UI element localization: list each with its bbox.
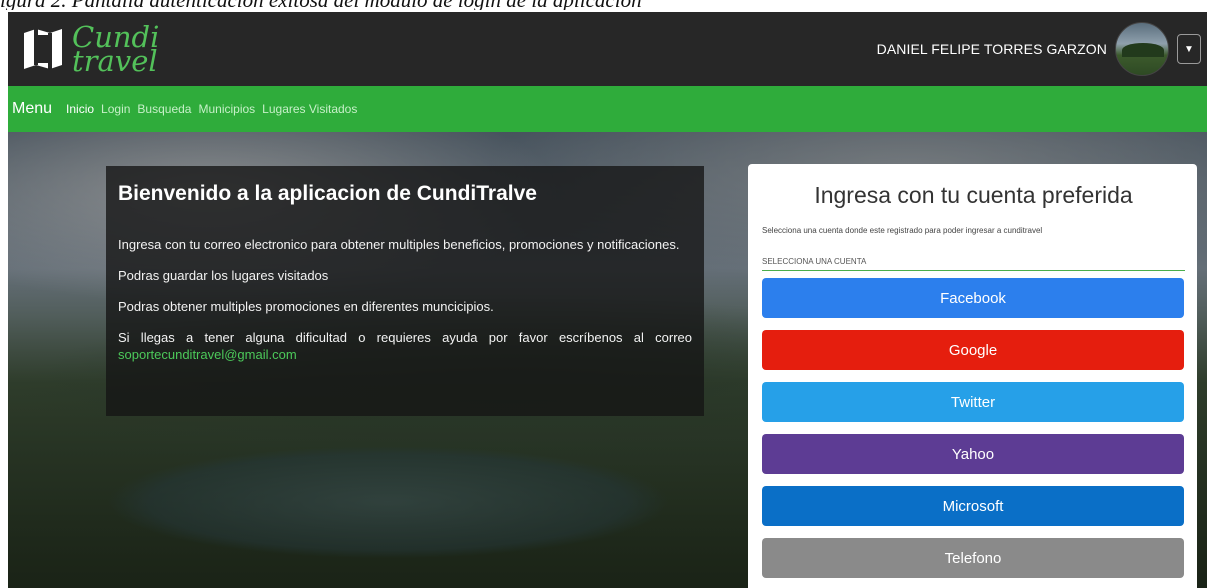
nav-brand[interactable]: Menu: [12, 100, 52, 118]
yahoo-login-button[interactable]: Yahoo: [762, 434, 1184, 474]
login-subtitle: Selecciona una cuenta donde este registr…: [762, 226, 1043, 235]
user-menu-button[interactable]: ▼: [1177, 34, 1201, 64]
map-icon: [20, 27, 66, 71]
login-title: Ingresa con tu cuenta preferida: [814, 182, 1133, 208]
nav-link-login[interactable]: Login: [101, 102, 130, 116]
avatar[interactable]: [1115, 22, 1169, 76]
nav-link-lugares-visitados[interactable]: Lugares Visitados: [262, 102, 357, 116]
login-card: Ingresa con tu cuenta preferida Seleccio…: [748, 164, 1197, 588]
logo-wordmark: Cundi travel: [72, 23, 159, 78]
hero-background: Bienvenido a la aplicacion de CundiTralv…: [8, 132, 1207, 588]
app-window: Cundi travel DANIEL FELIPE TORRES GARZON…: [8, 12, 1207, 588]
nav-link-municipios[interactable]: Municipios: [198, 102, 255, 116]
welcome-panel: Bienvenido a la aplicacion de CundiTralv…: [106, 166, 704, 416]
user-name[interactable]: DANIEL FELIPE TORRES GARZON: [877, 41, 1107, 57]
microsoft-login-button[interactable]: Microsoft: [762, 486, 1184, 526]
cunditravel-logo[interactable]: Cundi travel: [20, 23, 159, 78]
document-caption: igura 2. Pantalla autenticación exitosa …: [0, 0, 1207, 10]
caret-down-icon: ▼: [1184, 43, 1194, 55]
nav-link-busqueda[interactable]: Busqueda: [137, 102, 191, 116]
main-nav: Menu Inicio Login Busqueda Municipios Lu…: [8, 86, 1207, 132]
welcome-paragraph: Ingresa con tu correo electronico para o…: [118, 237, 680, 252]
logo-line2: travel: [72, 44, 158, 78]
welcome-title: Bienvenido a la aplicacion de CundiTralv…: [118, 182, 537, 205]
google-login-button[interactable]: Google: [762, 330, 1184, 370]
support-text: Si llegas a tener alguna dificultad o re…: [118, 330, 692, 345]
user-area: DANIEL FELIPE TORRES GARZON ▼: [877, 22, 1201, 76]
facebook-login-button[interactable]: Facebook: [762, 278, 1184, 318]
welcome-paragraph: Podras guardar los lugares visitados: [118, 268, 329, 283]
welcome-paragraph: Podras obtener multiples promociones en …: [118, 299, 494, 314]
telefono-login-button[interactable]: Telefono: [762, 538, 1184, 578]
support-email-link[interactable]: soportecunditravel@gmail.com: [118, 347, 297, 362]
nav-link-inicio[interactable]: Inicio: [66, 102, 94, 116]
account-select[interactable]: SELECCIONA UNA CUENTA: [762, 253, 1185, 271]
top-bar: Cundi travel DANIEL FELIPE TORRES GARZON…: [8, 12, 1207, 86]
support-paragraph: Si llegas a tener alguna dificultad o re…: [118, 329, 692, 363]
twitter-login-button[interactable]: Twitter: [762, 382, 1184, 422]
